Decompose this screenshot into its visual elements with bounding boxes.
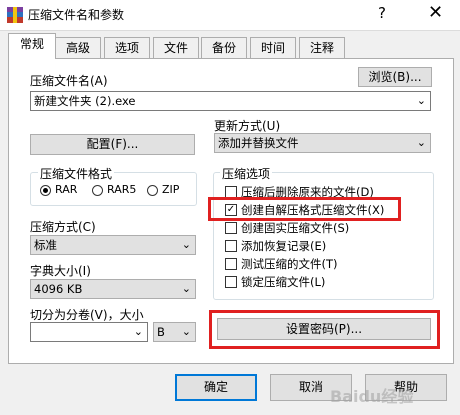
dictionary-size-value: 4096 KB: [34, 282, 83, 296]
winrar-app-icon: [7, 7, 23, 23]
checkbox-test-files[interactable]: [225, 258, 237, 270]
chevron-down-icon: ⌄: [416, 136, 426, 149]
tab-time[interactable]: 时间: [250, 37, 296, 58]
browse-button[interactable]: 浏览(B)...: [358, 67, 432, 87]
archiving-options-label: 压缩选项: [220, 165, 273, 182]
chevron-down-icon: ⌄: [416, 94, 426, 107]
ok-button[interactable]: 确定: [175, 374, 257, 401]
archive-name-label: 压缩文件名(A): [30, 74, 108, 88]
split-size-input[interactable]: ⌄: [30, 322, 148, 342]
highlight-box-sfx: [208, 197, 401, 221]
checkbox-lock-archive-label: 锁定压缩文件(L): [241, 275, 326, 289]
archive-format-label: 压缩文件格式: [38, 165, 115, 182]
tab-backup[interactable]: 备份: [201, 37, 247, 58]
radio-zip[interactable]: [147, 185, 158, 196]
chevron-down-icon: ⌄: [181, 325, 191, 338]
tab-options[interactable]: 选项: [104, 37, 150, 58]
tab-general[interactable]: 常规: [8, 33, 56, 59]
profiles-button[interactable]: 配置(F)...: [30, 134, 195, 155]
split-unit-value: B: [157, 325, 165, 339]
compression-method-label: 压缩方式(C): [30, 220, 96, 234]
tab-advanced[interactable]: 高级: [55, 37, 101, 58]
compression-method-value: 标准: [34, 238, 57, 252]
update-mode-value: 添加并替换文件: [218, 136, 299, 150]
tab-comment[interactable]: 注释: [299, 37, 345, 58]
dictionary-size-select[interactable]: 4096 KB ⌄: [30, 279, 196, 299]
dictionary-size-label: 字典大小(I): [30, 264, 91, 278]
radio-rar5[interactable]: [92, 185, 103, 196]
radio-rar-label: RAR: [55, 183, 78, 196]
radio-zip-label: ZIP: [162, 183, 180, 196]
checkbox-recovery-record[interactable]: [225, 240, 237, 252]
baidu-watermark: Baidu经验: [330, 387, 414, 406]
chevron-down-icon: ⌄: [181, 238, 191, 251]
update-mode-label: 更新方式(U): [214, 119, 281, 133]
archive-name-input[interactable]: 新建文件夹 (2).exe ⌄: [30, 91, 431, 111]
window-title: 压缩文件名和参数: [28, 8, 125, 22]
chevron-down-icon: ⌄: [181, 282, 191, 295]
split-volumes-label: 切分为分卷(V)，大小: [30, 308, 144, 322]
close-button[interactable]: ✕: [428, 2, 443, 23]
checkbox-create-solid[interactable]: [225, 222, 237, 234]
tab-files[interactable]: 文件: [153, 37, 199, 58]
help-title-button[interactable]: ?: [378, 4, 386, 22]
highlight-box-password: [209, 310, 440, 349]
radio-rar[interactable]: [40, 185, 51, 196]
compression-method-select[interactable]: 标准 ⌄: [30, 235, 196, 255]
archive-name-value: 新建文件夹 (2).exe: [34, 94, 136, 108]
radio-rar5-label: RAR5: [107, 183, 137, 196]
checkbox-create-solid-label: 创建固实压缩文件(S): [241, 221, 350, 235]
update-mode-select[interactable]: 添加并替换文件 ⌄: [214, 133, 431, 153]
chevron-down-icon: ⌄: [133, 325, 143, 338]
checkbox-lock-archive[interactable]: [225, 276, 237, 288]
checkbox-test-files-label: 测试压缩的文件(T): [241, 257, 338, 271]
checkbox-recovery-record-label: 添加恢复记录(E): [241, 239, 327, 253]
split-unit-select[interactable]: B ⌄: [153, 322, 196, 342]
